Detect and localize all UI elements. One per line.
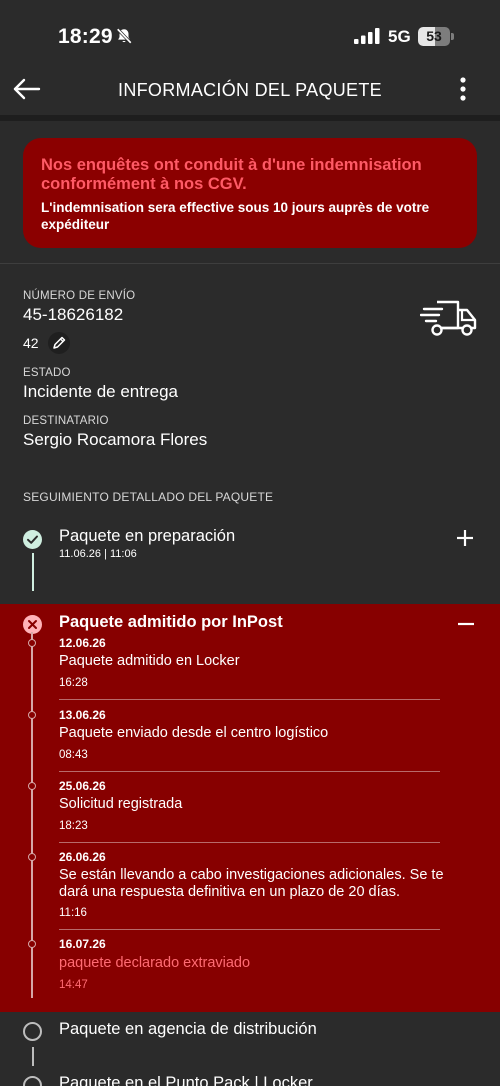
event-dot [28, 639, 36, 647]
event-description: Solicitud registrada [59, 796, 183, 812]
event-description: Paquete enviado desde el centro logístic… [59, 725, 329, 741]
app-header: INFORMACIÓN DEL PAQUETE [0, 70, 500, 112]
pending-circle-icon [23, 1022, 42, 1041]
event-divider [59, 842, 440, 843]
event-description: paquete declarado extraviado [59, 955, 251, 971]
status-bar: 18:29 5G 53 [0, 0, 500, 70]
step-title: Paquete en preparación [59, 527, 236, 545]
minus-icon[interactable] [456, 614, 476, 634]
pieces-count: 42 [23, 335, 39, 351]
event-time: 11:16 [59, 907, 87, 919]
bell-slash-icon [116, 28, 132, 44]
alert-body: L'indemnisation sera effective sous 10 j… [41, 200, 430, 232]
shipment-number: 45-18626182 [23, 305, 124, 324]
event-dot [28, 940, 36, 948]
recipient-name: Sergio Rocamora Flores [23, 430, 208, 449]
header-divider [0, 115, 500, 121]
event-date: 16.07.26 [59, 937, 106, 951]
signal-icon [354, 28, 380, 44]
timeline-step-expanded[interactable]: Paquete admitido por InPost 12.06.26 Paq… [0, 604, 500, 1012]
edit-button[interactable] [48, 332, 70, 354]
event-date: 13.06.26 [59, 708, 106, 722]
tracking-section-title: SEGUIMIENTO DETALLADO DEL PAQUETE [23, 490, 274, 504]
pending-circle-icon [23, 1076, 42, 1086]
plus-icon[interactable] [455, 528, 475, 548]
shipment-number-label: NÚMERO DE ENVÍO [23, 290, 136, 302]
battery-level: 53 [426, 28, 442, 44]
check-circle-icon [23, 530, 42, 549]
step-title: Paquete en agencia de distribución [59, 1020, 317, 1038]
event-time: 18:23 [59, 820, 88, 832]
event-divider [59, 771, 440, 772]
step-date: 11.06.26 | 11:06 [59, 548, 137, 560]
status-time: 18:29 [58, 25, 113, 48]
recipient-label: DESTINATARIO [23, 415, 109, 427]
event-time: 16:28 [59, 677, 88, 689]
battery-icon: 53 [418, 27, 454, 46]
more-vertical-icon[interactable] [452, 74, 474, 104]
event-dot [28, 853, 36, 861]
truck-icon [420, 300, 477, 336]
event-dot [28, 711, 36, 719]
step-title: Paquete en el Punto Pack | Locker [59, 1074, 313, 1086]
event-date: 26.06.26 [59, 850, 106, 864]
step-title: Paquete admitido por InPost [59, 613, 283, 631]
event-time: 14:47 [59, 979, 88, 991]
timeline-step[interactable]: Paquete en agencia de distribución Paque… [0, 1012, 500, 1086]
page-title: INFORMACIÓN DEL PAQUETE [118, 80, 382, 100]
network-type: 5G [388, 27, 411, 46]
alert-title: Nos enquêtes ont conduit à d'une indemni… [41, 156, 422, 193]
shipment-status: Incidente de entrega [23, 382, 179, 401]
timeline-step[interactable]: Paquete en preparación 11.06.26 | 11:06 [0, 525, 500, 600]
event-date: 12.06.26 [59, 636, 106, 650]
event-dot [28, 782, 36, 790]
event-divider [59, 699, 440, 700]
event-time: 08:43 [59, 749, 88, 761]
event-divider [59, 929, 440, 930]
section-divider [0, 263, 500, 264]
compensation-alert: Nos enquêtes ont conduit à d'une indemni… [23, 138, 477, 248]
event-date: 25.06.26 [59, 779, 106, 793]
status-label: ESTADO [23, 367, 71, 379]
timeline-connector [32, 553, 34, 591]
event-description: Paquete admitido en Locker [59, 653, 240, 669]
timeline-connector [32, 1047, 34, 1066]
pencil-icon [53, 336, 66, 349]
event-description: Se están llevando a cabo investigaciones… [59, 867, 444, 900]
